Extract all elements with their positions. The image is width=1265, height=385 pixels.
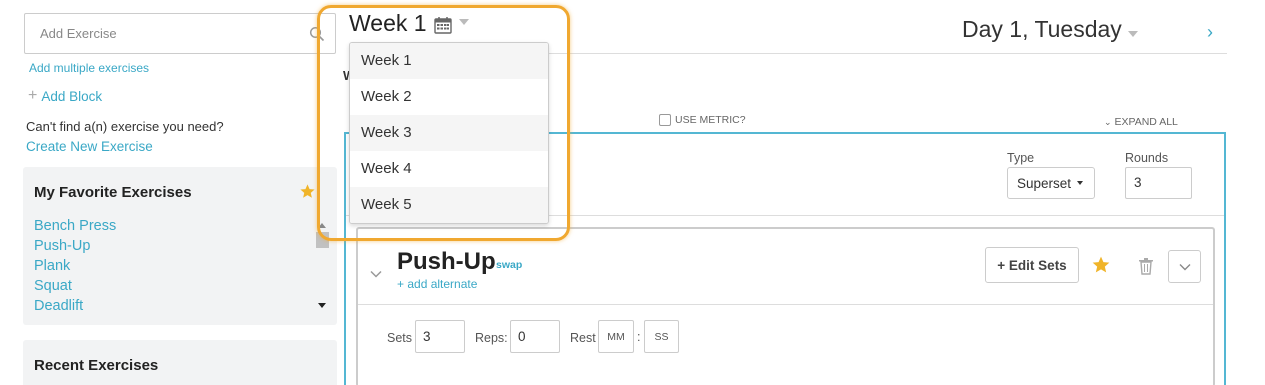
rest-label: Rest	[570, 331, 596, 345]
add-exercise-input[interactable]	[25, 14, 285, 53]
cant-find-text: Can't find a(n) exercise you need?	[26, 119, 224, 134]
exercise-divider	[358, 304, 1213, 305]
week-selector-title[interactable]: Week 1	[349, 10, 427, 37]
day-selector-title[interactable]: Day 1, Tuesday	[962, 16, 1122, 43]
add-exercise-search[interactable]	[24, 13, 336, 54]
chevron-down-icon: ⌄	[1104, 117, 1112, 127]
week-dropdown-menu: Week 1 Week 2 Week 3 Week 4 Week 5	[349, 42, 549, 224]
trash-icon[interactable]	[1138, 257, 1154, 275]
next-day-chevron-icon[interactable]: ›	[1207, 22, 1213, 43]
recent-title: Recent Exercises	[34, 357, 159, 374]
use-metric-checkbox[interactable]	[659, 114, 671, 126]
favorite-item[interactable]: Bench Press	[34, 216, 316, 236]
expand-all-label: EXPAND ALL	[1114, 116, 1178, 128]
calendar-icon[interactable]	[434, 16, 452, 34]
type-value: Superset	[1017, 175, 1072, 191]
use-metric-toggle[interactable]: USE METRIC?	[659, 114, 746, 126]
rest-minutes-input[interactable]: MM	[598, 320, 634, 353]
use-metric-label: USE METRIC?	[675, 114, 746, 126]
add-alternate-link[interactable]: + add alternate	[397, 277, 477, 291]
scroll-thumb[interactable]	[316, 232, 329, 248]
rounds-input[interactable]: 3	[1125, 167, 1192, 199]
search-icon[interactable]	[309, 26, 325, 42]
favorite-item[interactable]: Deadlift	[34, 296, 316, 316]
day-caret-down-icon[interactable]	[1128, 31, 1138, 37]
star-icon	[300, 184, 315, 198]
week-option[interactable]: Week 5	[350, 187, 548, 223]
star-icon[interactable]	[1091, 255, 1111, 275]
type-select[interactable]: Superset	[1007, 167, 1095, 199]
scroll-up-arrow-icon[interactable]	[318, 223, 326, 228]
add-block-label: Add Block	[41, 88, 103, 104]
rest-seconds-input[interactable]: SS	[644, 320, 679, 353]
sets-input[interactable]: 3	[415, 320, 465, 353]
week-option[interactable]: Week 4	[350, 151, 548, 187]
scroll-down-arrow-icon[interactable]	[318, 303, 326, 308]
favorite-item[interactable]: Plank	[34, 256, 316, 276]
add-block-button[interactable]: + Add Block	[28, 88, 102, 104]
favorite-item[interactable]: Push-Up	[34, 236, 316, 256]
select-caret-icon	[1077, 181, 1084, 185]
rounds-label: Rounds	[1125, 151, 1169, 165]
reps-label: Reps:	[475, 331, 508, 345]
expand-all-button[interactable]: ⌄ EXPAND ALL	[1104, 116, 1178, 128]
collapse-chevron-icon[interactable]	[370, 268, 382, 280]
swap-link[interactable]: swap	[496, 259, 522, 271]
more-options-button[interactable]	[1168, 250, 1201, 283]
type-label: Type	[1007, 151, 1035, 165]
week-option[interactable]: Week 2	[350, 79, 548, 115]
week-option[interactable]: Week 1	[350, 43, 548, 79]
sets-label: Sets	[387, 331, 413, 345]
edit-sets-button[interactable]: + Edit Sets	[985, 247, 1079, 283]
favorites-title: My Favorite Exercises	[34, 184, 192, 201]
favorites-scrollbar[interactable]	[316, 216, 329, 316]
week-option[interactable]: Week 3	[350, 115, 548, 151]
chevron-down-icon	[1179, 264, 1191, 271]
plus-icon: +	[28, 87, 38, 104]
favorite-item[interactable]: Squat	[34, 276, 316, 296]
rest-colon: :	[637, 330, 641, 344]
create-new-exercise-link[interactable]: Create New Exercise	[26, 139, 153, 154]
week-caret-down-icon[interactable]	[459, 19, 469, 25]
favorites-list: Bench Press Push-Up Plank Squat Deadlift	[34, 216, 316, 316]
add-multiple-exercises-link[interactable]: Add multiple exercises	[29, 61, 149, 75]
reps-input[interactable]: 0	[510, 320, 560, 353]
exercise-name: Push-Up	[397, 248, 496, 275]
